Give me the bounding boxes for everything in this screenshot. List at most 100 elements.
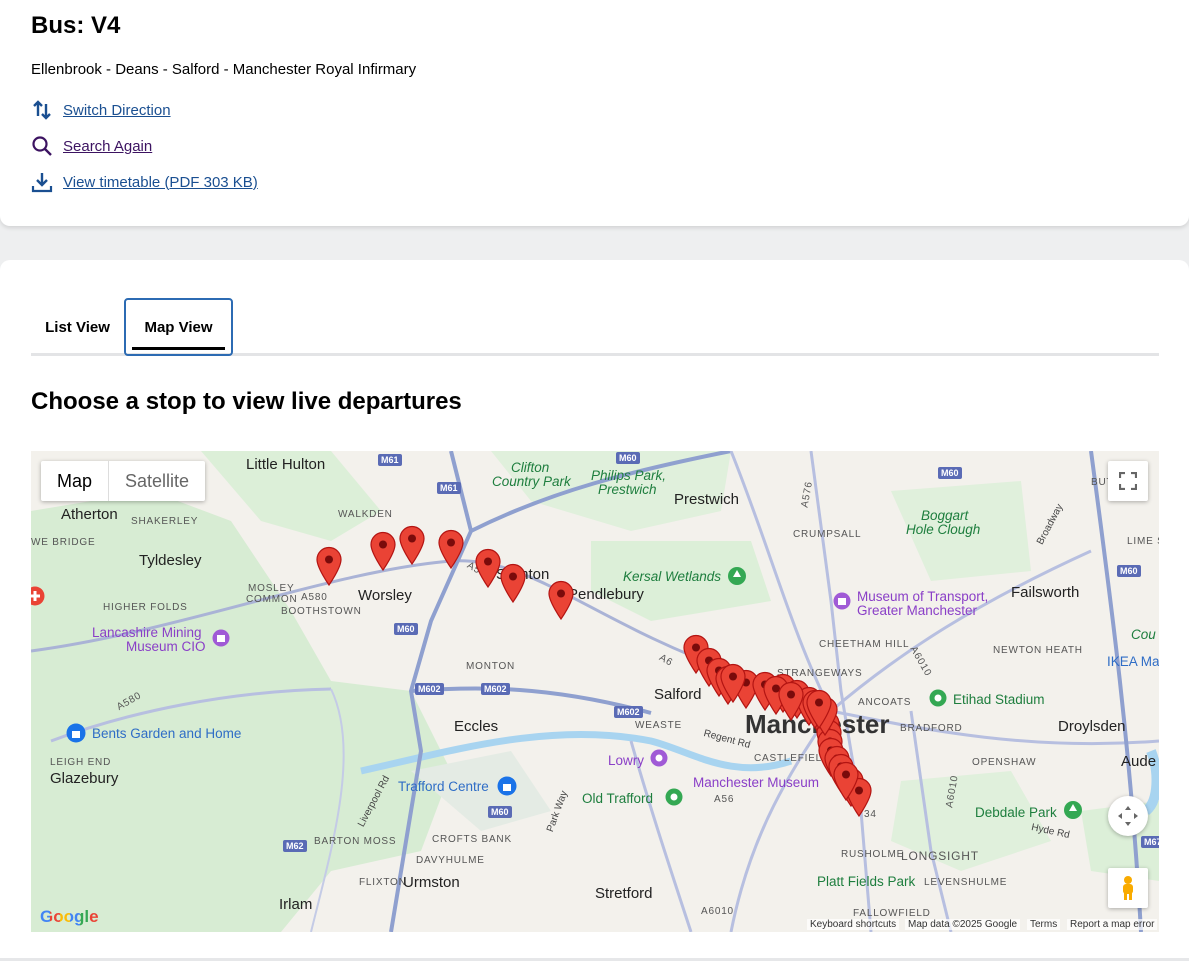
bus-stop-marker[interactable]: [474, 548, 502, 589]
map-label: Tyldesley: [139, 552, 202, 569]
bus-stop-marker[interactable]: [398, 525, 426, 566]
google-logo: Google: [40, 907, 99, 926]
switch-direction-link[interactable]: Switch Direction: [63, 102, 171, 119]
map-label: Country Park: [492, 474, 571, 489]
search-icon: [31, 135, 53, 157]
bus-stop-marker[interactable]: [437, 529, 465, 570]
motorway-shield: M61: [378, 454, 402, 466]
road-label: A6010: [701, 906, 734, 917]
bus-stop-marker[interactable]: [832, 761, 860, 802]
map-label: Pendlebury: [568, 586, 644, 603]
switch-direction-action[interactable]: Switch Direction: [31, 99, 171, 121]
map-label: Manchester Museum: [693, 775, 820, 790]
map-label: DAVYHULME: [416, 855, 485, 866]
motorway-shield: M602: [415, 683, 444, 695]
map-label: IKEA Ma: [1107, 654, 1159, 669]
map-label: Glazebury: [50, 770, 119, 787]
museum-icon: [212, 629, 230, 647]
map-label: Debdale Park: [975, 805, 1057, 820]
map-label: Lowry: [608, 753, 645, 768]
motorway-shield: M60: [394, 623, 418, 635]
map-label: Urmston: [403, 874, 460, 891]
map-label: Little Hulton: [246, 456, 326, 473]
report-map-error-link[interactable]: Report a map error: [1067, 919, 1158, 930]
map-label: Old Trafford: [582, 791, 654, 806]
motorway-shield: M60: [488, 806, 512, 818]
map-label: ANCOATS: [858, 697, 912, 708]
map-label: Eccles: [454, 718, 499, 735]
bus-stop-marker[interactable]: [499, 563, 527, 604]
map-label: Prestwich: [598, 482, 657, 497]
motorway-shield: M602: [614, 706, 643, 718]
map-label: Prestwich: [674, 491, 740, 508]
museum-icon: [833, 592, 851, 610]
view-timetable-link[interactable]: View timetable (PDF 303 KB): [63, 174, 258, 191]
map-label: Bents Garden and Home: [92, 726, 242, 741]
keyboard-shortcuts-link[interactable]: Keyboard shortcuts: [807, 919, 900, 930]
camera-control-button[interactable]: [1108, 796, 1148, 836]
pegman-icon: [1123, 876, 1133, 900]
motorway-shield: M602: [481, 683, 510, 695]
bus-stop-marker[interactable]: [719, 663, 747, 704]
map-label: Greater Manchester: [857, 603, 978, 618]
bus-stop-marker[interactable]: [547, 580, 575, 621]
motorway-shield: M60: [1117, 565, 1141, 577]
bus-stop-marker[interactable]: [805, 689, 833, 730]
map-label: Clifton: [511, 460, 550, 475]
park-icon: [728, 567, 746, 585]
motorway-shield: M60: [616, 452, 640, 464]
map-label: WALKDEN: [338, 509, 393, 520]
map-label: Worsley: [358, 587, 412, 604]
terms-link[interactable]: Terms: [1027, 919, 1061, 930]
tab-map-view[interactable]: Map View: [124, 298, 233, 356]
section-heading: Choose a stop to view live departures: [31, 388, 462, 415]
map-label: Aude: [1121, 753, 1157, 770]
motorway-shield: M61: [437, 482, 461, 494]
map-label: FLIXTON: [359, 877, 407, 888]
map-label: OPENSHAW: [972, 757, 1037, 768]
map-label: Museum CIO: [126, 639, 206, 654]
map-label: Salford: [654, 686, 702, 703]
map-label: CROFTS BANK: [432, 834, 512, 845]
map-label: LIME S: [1127, 536, 1159, 547]
road-label: A580: [301, 592, 328, 603]
map-type-map-button[interactable]: Map: [41, 461, 108, 501]
map-label: CRUMPSALL: [793, 529, 862, 540]
map-label: Stretford: [595, 885, 653, 902]
map-label: BARTON MOSS: [314, 836, 397, 847]
map-label: WE BRIDGE: [31, 537, 96, 548]
map-label: Philips Park,: [591, 468, 667, 483]
motorway-shield: M60: [938, 467, 962, 479]
route-description: Ellenbrook - Deans - Salford - Mancheste…: [31, 61, 417, 78]
search-again-link[interactable]: Search Again: [63, 138, 152, 155]
street-view-pegman[interactable]: [1108, 868, 1148, 908]
stadium-icon: [929, 689, 947, 707]
motorway-shield: M67: [1141, 836, 1159, 848]
map-label: Hole Clough: [906, 522, 981, 537]
map-label: MOSLEY: [248, 583, 295, 594]
fullscreen-icon: [1119, 472, 1137, 490]
bus-stop-marker[interactable]: [315, 546, 343, 587]
map-type-satellite-button[interactable]: Satellite: [108, 461, 205, 501]
stadium-icon: [665, 788, 683, 806]
map-data-attribution: Map data ©2025 Google: [905, 919, 1021, 930]
search-again-action[interactable]: Search Again: [31, 135, 152, 157]
route-map[interactable]: Little Hulton Atherton SHAKERLEY Tyldesl…: [31, 451, 1159, 932]
switch-direction-icon: [31, 99, 53, 121]
map-label: COMMON: [246, 594, 298, 605]
camera-control-icon: [1118, 806, 1138, 826]
map-label: MONTON: [466, 661, 516, 672]
map-label: RUSHOLME: [841, 849, 905, 860]
tab-list-view[interactable]: List View: [31, 298, 124, 356]
route-title: Bus: V4: [31, 12, 121, 39]
fullscreen-button[interactable]: [1108, 461, 1148, 501]
bus-stop-marker[interactable]: [369, 531, 397, 572]
map-label: Lancashire Mining: [92, 625, 202, 640]
view-timetable-action[interactable]: View timetable (PDF 303 KB): [31, 171, 258, 193]
view-tabs: List View Map View: [31, 298, 1159, 356]
map-type-control: Map Satellite: [41, 461, 206, 501]
shopping-icon: [497, 776, 517, 796]
map-label: HIGHER FOLDS: [103, 602, 188, 613]
map-label: BOOTHSTOWN: [281, 606, 362, 617]
map-label: FALLOWFIELD: [853, 908, 931, 919]
